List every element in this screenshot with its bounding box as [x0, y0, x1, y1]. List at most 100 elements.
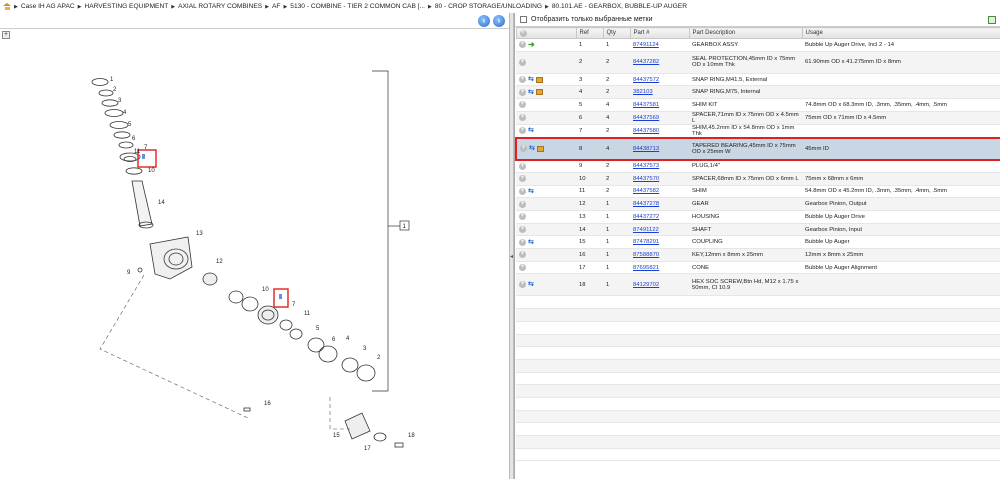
- kit-icon[interactable]: [535, 89, 543, 96]
- part-number-link[interactable]: 87491122: [633, 227, 659, 233]
- callout[interactable]: 4: [123, 110, 127, 116]
- table-row[interactable]: + ⇆ 4 2 382103 SNAP RING,M75, Internal: [516, 85, 1000, 100]
- column-header-icons[interactable]: +: [515, 27, 577, 39]
- part-number-link[interactable]: 84438713: [633, 146, 659, 152]
- kit-icon[interactable]: [536, 145, 544, 152]
- column-header[interactable]: Usage: [801, 27, 1000, 39]
- table-row[interactable]: +6 4 84437569 SPACER,71mm ID x 75mm OD x 4.…: [516, 111, 1000, 125]
- table-row[interactable]: +14 1 87491122 SHAFT Gearbox Pinion, Input: [516, 223, 1000, 237]
- add-to-cart-icon[interactable]: +: [519, 213, 526, 221]
- callout[interactable]: 16: [264, 401, 271, 407]
- table-row[interactable]: + ➜ 1 1 87491124 GEARBOX ASSY Bubble Up Auger …: [516, 38, 1000, 52]
- add-to-cart-icon[interactable]: +: [519, 238, 526, 246]
- part-number-link[interactable]: 84437272: [633, 214, 659, 220]
- table-row[interactable]: + ⇆ 15 1 87478291 COUPLING Bubble Up Auger: [516, 235, 1000, 250]
- part-number-link[interactable]: 87491124: [633, 42, 659, 48]
- callout[interactable]: 14: [158, 200, 165, 206]
- add-to-cart-icon[interactable]: +: [519, 101, 526, 109]
- add-to-cart-icon[interactable]: +: [519, 58, 526, 66]
- table-row[interactable]: +12 1 84437278 GEAR Gearbox Pinion, Output: [516, 197, 1000, 211]
- add-to-cart-icon[interactable]: +: [519, 175, 526, 183]
- callout[interactable]: 2: [113, 87, 117, 93]
- part-number-link[interactable]: 84437572: [633, 77, 659, 83]
- part-number-link[interactable]: 84437569: [633, 115, 659, 121]
- breadcrumb-item[interactable]: HARVESTING EQUIPMENT: [84, 3, 168, 10]
- add-to-cart-icon[interactable]: +: [519, 264, 526, 272]
- part-number-link[interactable]: 84437573: [633, 163, 659, 169]
- part-number-link[interactable]: 84437582: [633, 188, 659, 194]
- add-to-cart-icon[interactable]: +: [519, 127, 526, 135]
- add-to-cart-icon[interactable]: +: [519, 200, 526, 208]
- callout[interactable]: 11: [304, 311, 311, 317]
- table-row[interactable]: +2 2 84437282 SEAL PROTECTION,45mm ID x 75m…: [516, 51, 1000, 74]
- part-number-link[interactable]: 87478291: [633, 239, 659, 245]
- callout[interactable]: 7: [292, 302, 296, 308]
- replacement-icon[interactable]: ⇆: [528, 76, 534, 83]
- add-to-cart-icon[interactable]: +: [519, 41, 526, 49]
- replacement-icon[interactable]: ⇆: [528, 239, 534, 246]
- table-row[interactable]: +5 4 84437581 SHIM KIT 74.8mm OD x 68.3mm ID…: [516, 98, 1000, 112]
- add-to-cart-icon[interactable]: +: [519, 88, 526, 96]
- table-row[interactable]: +17 1 87695821 CONE Bubble Up Auger Alignmen…: [516, 261, 1000, 275]
- callout[interactable]: 10: [262, 287, 269, 293]
- add-to-cart-icon[interactable]: +: [519, 281, 526, 289]
- callout[interactable]: 12: [216, 259, 223, 265]
- part-number-link[interactable]: 84437278: [633, 201, 659, 207]
- callout[interactable]: 5: [316, 326, 320, 332]
- show-selected-label[interactable]: Отобразить только выбранные метки: [531, 16, 652, 23]
- breadcrumb-item[interactable]: 80 - CROP STORAGE/UNLOADING: [435, 3, 542, 10]
- table-row[interactable]: + ⇆ 7 2 84437580 SHIM,45.2mm ID x 54.8mm OD x…: [516, 124, 1000, 139]
- kit-icon[interactable]: [535, 76, 543, 83]
- replacement-icon[interactable]: ⇆: [528, 127, 534, 134]
- table-row[interactable]: + ⇆ 18 1 84129702 HEX SOC SCREW,Btn Hd, M12 x…: [516, 273, 1000, 297]
- table-row-selected[interactable]: + ⇆ 8 4 84438713 TAPERED BEARING,45mm ID x 75…: [515, 136, 1000, 161]
- add-to-cart-icon[interactable]: +: [520, 145, 527, 153]
- home-icon[interactable]: [3, 3, 11, 10]
- table-row[interactable]: +9 2 84437573 PLUG,1/4": [516, 159, 1000, 173]
- column-header[interactable]: Qty: [602, 27, 631, 39]
- part-number-link[interactable]: 84129702: [633, 282, 659, 288]
- part-number-link[interactable]: 84437570: [633, 176, 659, 182]
- replacement-icon[interactable]: ⇆: [528, 281, 534, 288]
- export-icon[interactable]: [988, 16, 996, 24]
- callout[interactable]: 6: [132, 136, 136, 142]
- callout[interactable]: 13: [196, 231, 203, 237]
- part-number-link[interactable]: 84437282: [633, 59, 659, 65]
- callout[interactable]: 2: [377, 355, 381, 361]
- replacement-icon[interactable]: ⇆: [529, 145, 535, 152]
- breadcrumb-item[interactable]: AF: [272, 3, 280, 10]
- back-button[interactable]: ‹: [478, 15, 490, 27]
- add-to-cart-icon[interactable]: +: [519, 226, 526, 234]
- part-number-link[interactable]: 87588870: [633, 252, 659, 258]
- assembly-arrow-icon[interactable]: ➜: [528, 41, 535, 49]
- column-header[interactable]: Part #: [629, 27, 690, 39]
- part-number-link[interactable]: 87695821: [633, 265, 659, 271]
- column-header[interactable]: Ref: [575, 27, 604, 39]
- exploded-diagram[interactable]: 1 1 2 3 4 5 6 11 7 10 14 13 12 9 10 7 11…: [0, 29, 509, 479]
- add-to-cart-icon[interactable]: +: [519, 76, 526, 84]
- table-row[interactable]: +16 1 87588870 KEY,12mm x 8mm x 25mm 12mm x …: [516, 248, 1000, 262]
- callout[interactable]: 3: [363, 346, 367, 352]
- table-row[interactable]: + ⇆ 3 2 84437572 SNAP RING,M41.5, External: [516, 73, 1000, 87]
- add-to-cart-icon[interactable]: +: [519, 251, 526, 259]
- part-number-link[interactable]: 84437580: [633, 128, 659, 134]
- table-row[interactable]: + ⇆ 11 2 84437582 SHIM 54.8mm OD x 45.2mm ID, …: [516, 185, 1000, 199]
- callout[interactable]: 3: [118, 98, 122, 104]
- callout[interactable]: 18: [408, 433, 415, 439]
- breadcrumb-item[interactable]: 5130 - COMBINE - TIER 2 COMMON CAB [...: [290, 3, 425, 10]
- replacement-icon[interactable]: ⇆: [528, 89, 534, 96]
- add-to-cart-icon[interactable]: +: [519, 162, 526, 170]
- callout[interactable]: 5: [128, 122, 132, 128]
- breadcrumb-item[interactable]: AXIAL ROTARY COMBINES: [178, 3, 262, 10]
- forward-button[interactable]: ›: [493, 15, 505, 27]
- show-selected-checkbox[interactable]: [520, 16, 527, 23]
- part-number-link[interactable]: 382103: [633, 89, 653, 95]
- add-to-cart-icon[interactable]: +: [519, 187, 526, 195]
- table-row[interactable]: +13 1 84437272 HOUSING Bubble Up Auger Drive: [516, 210, 1000, 224]
- callout[interactable]: 17: [364, 446, 371, 452]
- part-number-link[interactable]: 84437581: [633, 102, 659, 108]
- callout[interactable]: 10: [148, 168, 155, 174]
- callout[interactable]: 1: [110, 77, 114, 83]
- callout[interactable]: 9: [127, 270, 131, 276]
- table-row[interactable]: +10 2 84437570 SPACER,68mm ID x 75mm OD x 6…: [516, 172, 1000, 186]
